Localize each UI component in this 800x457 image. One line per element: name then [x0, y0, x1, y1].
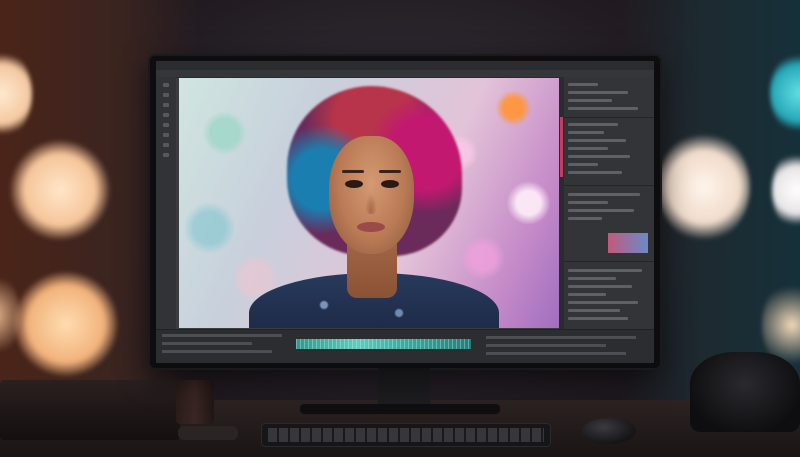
panel-row[interactable]: [568, 277, 616, 280]
tool-palette: [156, 77, 176, 329]
portrait-brow: [342, 170, 364, 173]
panel-row[interactable]: [568, 131, 604, 134]
scrollbar-thumb[interactable]: [560, 117, 563, 177]
tool-icon[interactable]: [163, 83, 169, 87]
panel-row[interactable]: [568, 269, 642, 272]
panel-divider: [564, 185, 654, 186]
panel-row[interactable]: [568, 209, 634, 212]
headphones: [690, 352, 800, 432]
portrait-face: [329, 136, 414, 254]
panel-row[interactable]: [568, 107, 638, 110]
portrait-lips: [357, 222, 385, 232]
keyboard: [262, 424, 550, 446]
panel-row[interactable]: [568, 293, 606, 296]
editor-screen: [156, 61, 654, 363]
panel-row[interactable]: [568, 163, 598, 166]
panel-row[interactable]: [568, 301, 638, 304]
menu-bar: [156, 61, 654, 70]
mug: [176, 380, 214, 424]
panel-row[interactable]: [568, 147, 608, 150]
bokeh-light: [10, 140, 110, 240]
properties-panel: [564, 77, 654, 329]
panel-row[interactable]: [568, 285, 632, 288]
tool-icon[interactable]: [163, 103, 169, 107]
timeline-panel[interactable]: [156, 329, 654, 363]
tool-icon[interactable]: [163, 143, 169, 147]
tool-icon[interactable]: [163, 93, 169, 97]
desk-pad: [178, 426, 238, 440]
monitor-base: [300, 404, 500, 414]
monitor: [150, 56, 660, 368]
bokeh-light: [14, 272, 118, 376]
timeline-track[interactable]: [486, 344, 606, 347]
panel-row[interactable]: [568, 83, 598, 86]
panel-row[interactable]: [568, 171, 622, 174]
tool-icon[interactable]: [163, 113, 169, 117]
panel-row[interactable]: [568, 91, 628, 94]
portrait-nose: [365, 194, 377, 214]
timeline-track[interactable]: [162, 334, 282, 337]
panel-row[interactable]: [568, 217, 602, 220]
panel-row[interactable]: [568, 155, 630, 158]
portrait-eye: [381, 180, 399, 188]
image-canvas[interactable]: [179, 78, 559, 328]
layer-thumbnail[interactable]: [608, 233, 648, 253]
monitor-stand: [378, 368, 430, 406]
timeline-track[interactable]: [162, 350, 272, 353]
panel-row[interactable]: [568, 99, 612, 102]
panel-row[interactable]: [568, 201, 608, 204]
timeline-track[interactable]: [486, 352, 626, 355]
portrait-brow: [379, 170, 401, 173]
panel-divider: [564, 261, 654, 262]
panel-row[interactable]: [568, 123, 618, 126]
tool-icon[interactable]: [163, 133, 169, 137]
panel-divider: [564, 117, 654, 118]
panel-row[interactable]: [568, 139, 626, 142]
laptop: [0, 380, 180, 440]
portrait-eye: [345, 180, 363, 188]
panel-row[interactable]: [568, 317, 628, 320]
panel-row[interactable]: [568, 309, 620, 312]
tool-icon[interactable]: [163, 123, 169, 127]
timeline-track[interactable]: [162, 342, 252, 345]
panel-row[interactable]: [568, 193, 640, 196]
bokeh-light: [658, 132, 750, 242]
tool-icon[interactable]: [163, 153, 169, 157]
audio-waveform[interactable]: [296, 339, 471, 349]
timeline-track[interactable]: [486, 336, 636, 339]
mouse: [582, 418, 636, 444]
